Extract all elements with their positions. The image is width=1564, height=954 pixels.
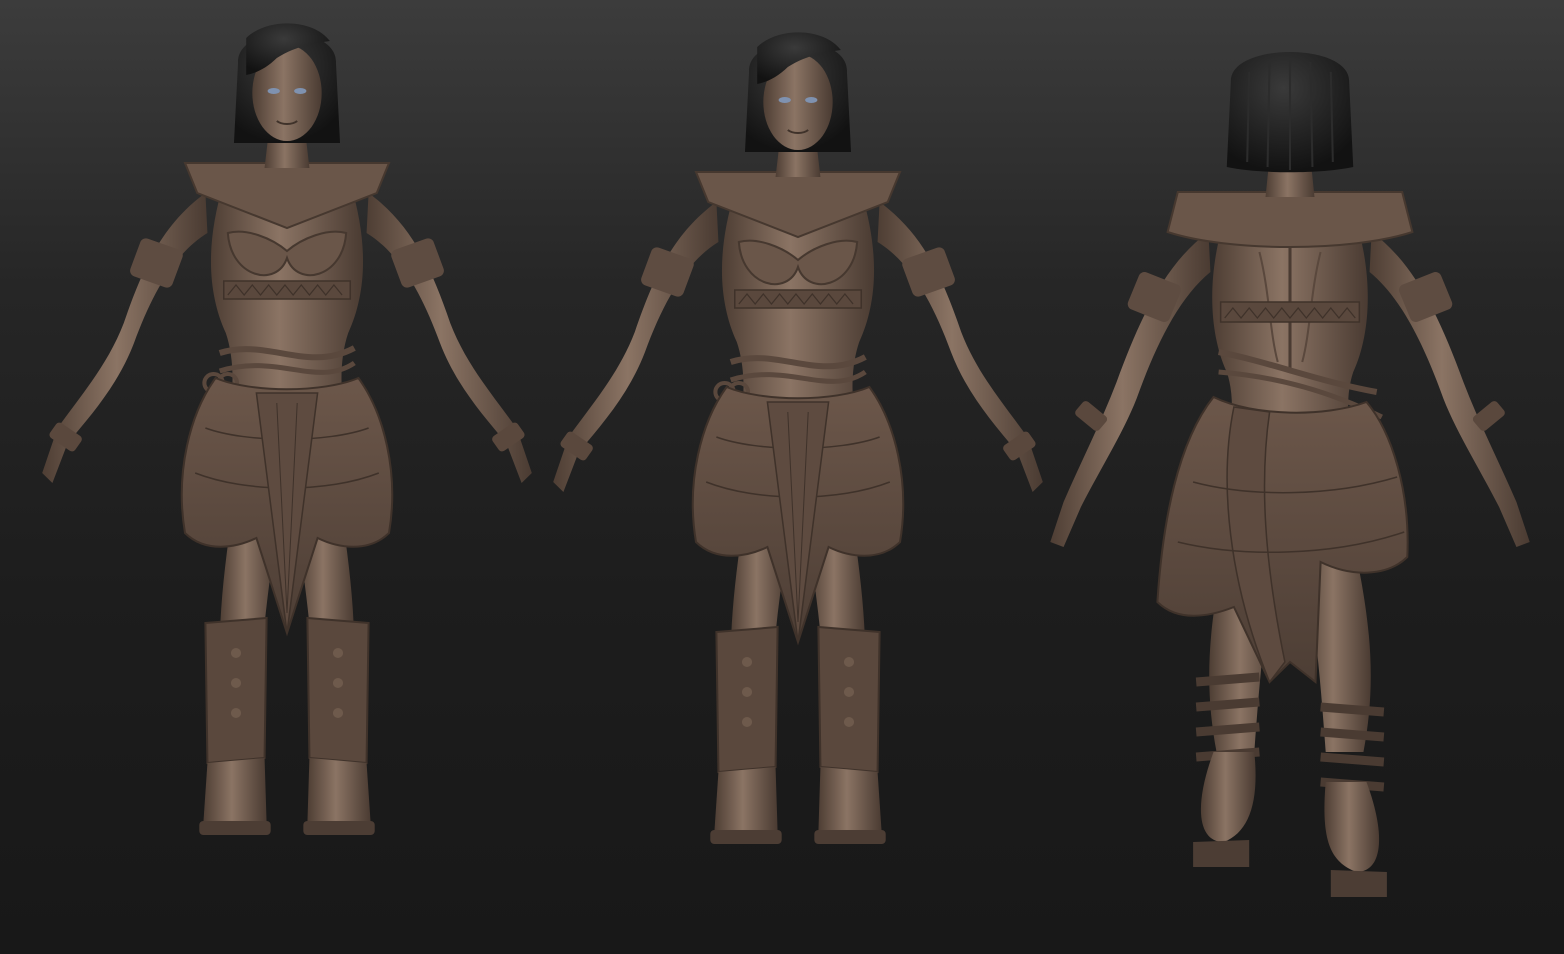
left-eye-icon bbox=[267, 88, 280, 94]
character-turnaround bbox=[0, 0, 1530, 897]
render-viewport bbox=[0, 0, 1564, 954]
left-eye-icon bbox=[778, 97, 791, 103]
right-eye-icon bbox=[805, 97, 818, 103]
figure-front bbox=[553, 32, 1043, 844]
right-eye-icon bbox=[294, 88, 307, 94]
figure-front-three-quarter bbox=[42, 23, 532, 835]
figure-back bbox=[1050, 52, 1530, 897]
